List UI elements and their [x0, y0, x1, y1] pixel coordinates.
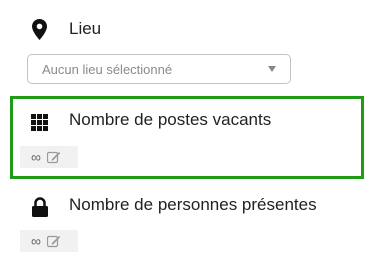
personnes-presentes-label: Nombre de personnes présentes	[69, 195, 317, 214]
lieu-label: Lieu	[69, 19, 102, 38]
infinity-value: ∞	[31, 149, 41, 165]
edit-icon[interactable]	[46, 151, 61, 164]
location-pin-icon	[32, 19, 47, 40]
grid-icon	[31, 114, 48, 131]
lock-icon	[32, 197, 48, 217]
infinity-value: ∞	[31, 233, 41, 249]
postes-vacants-label: Nombre de postes vacants	[69, 110, 272, 129]
postes-vacants-value[interactable]: ∞	[20, 146, 78, 168]
lieu-select[interactable]: Aucun lieu sélectionné	[27, 54, 291, 84]
edit-icon[interactable]	[46, 235, 61, 248]
chevron-down-icon	[268, 66, 276, 72]
personnes-presentes-value[interactable]: ∞	[20, 230, 78, 252]
lieu-select-value: Aucun lieu sélectionné	[42, 61, 173, 77]
